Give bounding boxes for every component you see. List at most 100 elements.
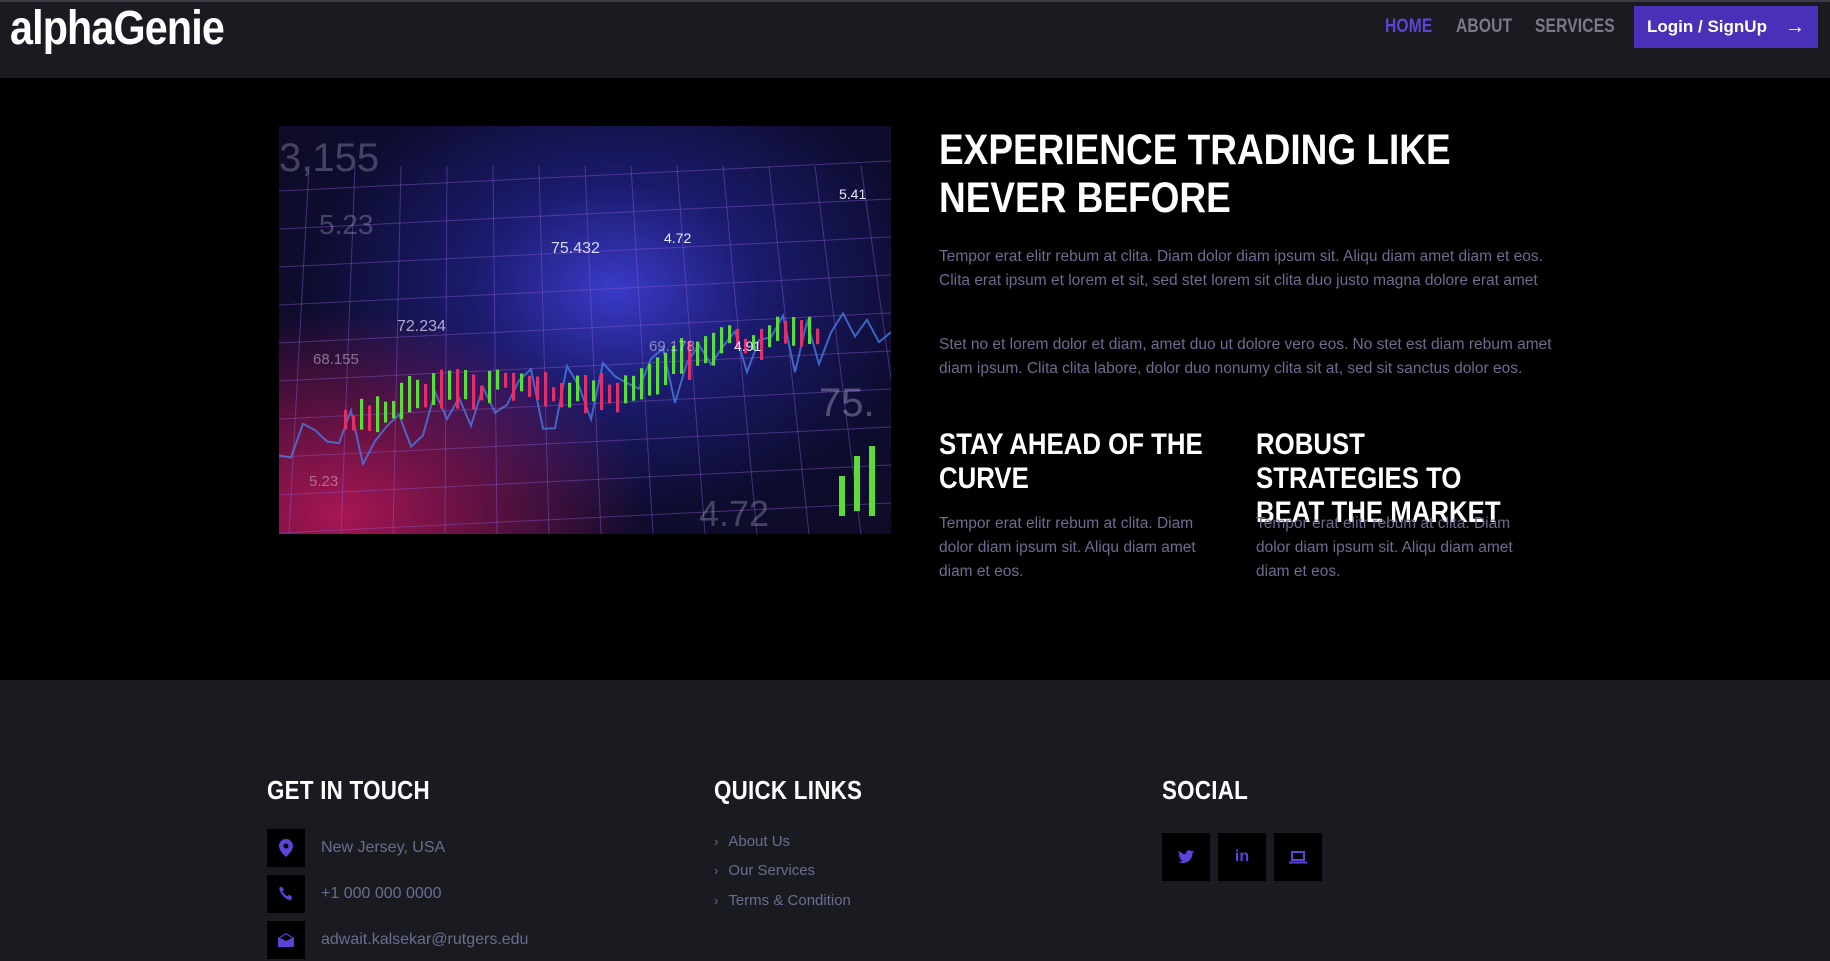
candle — [664, 352, 668, 385]
candle — [768, 325, 772, 348]
candle — [392, 400, 396, 419]
envelope-icon — [267, 921, 305, 959]
hero-paragraph-1: Tempor erat elitr rebum at clita. Diam d… — [939, 248, 1543, 289]
linkedin-icon[interactable]: in — [1218, 833, 1266, 881]
candle — [800, 320, 804, 347]
hero-section: 3,155 5.23 75.432 4.72 5.41 72.234 68.155 69.17… — [0, 78, 1830, 680]
feature-title-curve: STAY AHEAD OF THE CURVE — [939, 428, 1203, 495]
chevron-right-icon: › — [714, 863, 719, 878]
chart-value-label: 4.72 — [699, 493, 769, 534]
candle — [792, 316, 796, 346]
candle — [488, 370, 492, 404]
candle — [504, 372, 508, 388]
contact-email-text[interactable]: adwait.kalsekar@rutgers.edu — [321, 931, 528, 949]
candle — [440, 369, 444, 409]
chart-value-label: 75.432 — [551, 240, 600, 257]
contact-location-text: New Jersey, USA — [321, 839, 446, 856]
chart-value-label: 3,155 — [279, 136, 379, 180]
candle — [656, 357, 660, 395]
candle — [696, 341, 700, 366]
candle — [544, 371, 548, 407]
map-pin-icon — [267, 829, 305, 867]
candle — [568, 382, 572, 408]
candle — [608, 384, 612, 404]
nav-services[interactable]: SERVICES — [1535, 16, 1615, 38]
candle — [344, 409, 348, 430]
candle — [384, 401, 388, 423]
link-terms-condition-label: Terms & Condition — [728, 892, 851, 909]
twitter-icon[interactable] — [1162, 833, 1210, 881]
chart-value-label: 72.234 — [397, 318, 446, 335]
contact-phone-text[interactable]: +1 000 000 0000 — [321, 885, 442, 903]
link-our-services-label: Our Services — [728, 862, 816, 879]
trading-chart-graphic: 3,155 5.23 75.432 4.72 5.41 72.234 68.155 69.17… — [279, 126, 891, 534]
candle — [424, 384, 428, 408]
candle — [528, 375, 532, 397]
chart-value-label: 5.23 — [309, 473, 338, 490]
chart-value-label: 5.41 — [839, 186, 866, 202]
arrow-right-icon: → — [1784, 16, 1805, 38]
candle — [552, 387, 556, 402]
candle — [720, 327, 724, 354]
nav-home[interactable]: HOME — [1385, 16, 1432, 38]
hero-title: EXPERIENCE TRADING LIKE NEVER BEFORE — [939, 126, 1451, 222]
candle — [408, 376, 412, 413]
navbar: alphaGenie HOME ABOUT SERVICES Login / S… — [0, 0, 1830, 78]
get-in-touch-title: GET IN TOUCH — [267, 775, 430, 805]
candle — [480, 385, 484, 401]
candle — [536, 376, 540, 400]
quick-links-title: QUICK LINKS — [714, 775, 863, 805]
chart-value-label: 75. — [819, 381, 875, 425]
login-signup-label: Login / SignUp — [1647, 17, 1767, 36]
candle — [400, 382, 404, 420]
candle — [816, 328, 820, 345]
chart-value-label: 4.72 — [664, 230, 691, 246]
hero-paragraph-2: Stet no et lorem dolor et diam, amet duo… — [939, 336, 1552, 377]
candle — [600, 373, 604, 411]
candle — [776, 316, 780, 341]
candle — [520, 373, 524, 392]
candle — [368, 405, 372, 431]
candle — [869, 446, 875, 516]
chart-value-label: 5.23 — [319, 209, 374, 240]
candle — [808, 316, 812, 345]
candle — [432, 373, 436, 405]
candle — [472, 374, 476, 410]
candle — [648, 363, 652, 396]
chart-value-label: 4.91 — [734, 338, 761, 354]
chevron-right-icon: › — [714, 834, 719, 849]
contact-phone: +1 000 000 0000 — [267, 875, 442, 913]
candle — [839, 476, 845, 516]
hero-trading-image: 3,155 5.23 75.432 4.72 5.41 72.234 68.155 69.17… — [279, 126, 891, 534]
login-signup-button[interactable]: Login / SignUp → — [1634, 6, 1818, 48]
contact-email: adwait.kalsekar@rutgers.edu — [267, 921, 528, 959]
candle — [592, 380, 596, 402]
footer: GET IN TOUCH New Jersey, USA +1 000 000 … — [0, 680, 1830, 961]
chart-value-label: 68.155 — [313, 351, 359, 368]
chevron-right-icon: › — [714, 893, 719, 908]
candle — [464, 369, 468, 400]
candle — [496, 369, 500, 390]
laptop-icon[interactable] — [1274, 833, 1322, 881]
chart-value-label: 69.178 — [649, 338, 695, 355]
link-about-us[interactable]: › About Us — [714, 833, 790, 850]
contact-location: New Jersey, USA — [267, 829, 445, 867]
link-our-services[interactable]: › Our Services — [714, 862, 815, 879]
candle — [576, 375, 580, 402]
phone-icon — [267, 875, 305, 913]
candle — [704, 336, 708, 364]
candle — [360, 398, 364, 430]
candle — [854, 456, 860, 511]
link-terms-condition[interactable]: › Terms & Condition — [714, 892, 851, 909]
nav-about[interactable]: ABOUT — [1456, 16, 1512, 38]
candle — [712, 332, 716, 366]
candle — [448, 370, 452, 400]
candle — [728, 325, 732, 344]
candle — [560, 382, 564, 408]
logo[interactable]: alphaGenie — [10, 3, 225, 55]
candle — [616, 382, 620, 413]
candle — [584, 375, 588, 414]
candle — [512, 372, 516, 401]
feature-text-strategies: Tempor erat elitr rebum at clita. Diam d… — [1256, 515, 1513, 580]
candle — [784, 320, 788, 344]
